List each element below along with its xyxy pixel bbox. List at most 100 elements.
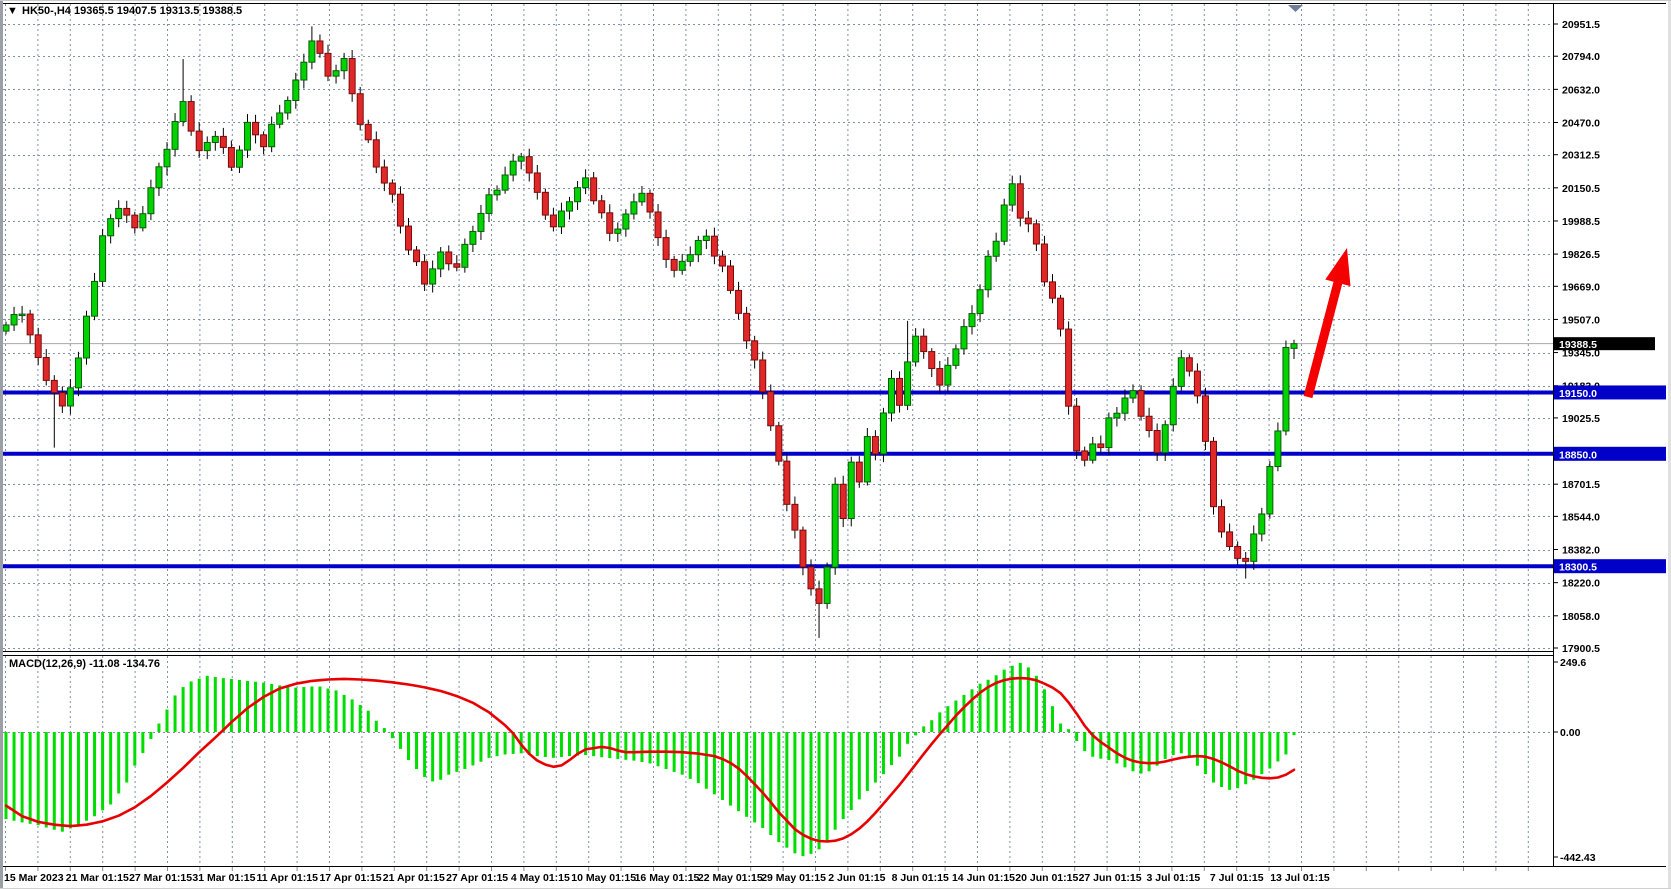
bear-candle — [542, 192, 548, 215]
bear-candle — [599, 201, 605, 213]
macd-histogram-bar — [729, 732, 732, 806]
macd-histogram-bar — [375, 721, 378, 732]
bear-candle — [454, 264, 460, 268]
macd-histogram-bar — [1019, 663, 1022, 732]
macd-histogram-bar — [1188, 732, 1191, 758]
price-tick-label: 20794.0 — [1562, 51, 1600, 63]
price-tick-label: 20312.5 — [1562, 150, 1600, 162]
bear-candle — [816, 589, 822, 604]
bull-candle — [1130, 391, 1136, 398]
macd-histogram-bar — [13, 732, 16, 821]
macd-histogram-bar — [318, 687, 321, 732]
bear-candle — [1138, 391, 1144, 417]
time-tick-label: 21 Mar 01:15 — [66, 872, 129, 884]
bull-candle — [204, 142, 210, 150]
bull-candle — [1291, 344, 1297, 349]
price-tick-label: 19507.0 — [1562, 314, 1600, 326]
macd-histogram-bar — [415, 732, 418, 769]
macd-histogram-bar — [689, 732, 692, 779]
price-tick-label: 18220.0 — [1562, 578, 1600, 590]
bull-candle — [615, 229, 621, 233]
macd-histogram-bar — [262, 683, 265, 732]
macd-histogram-bar — [785, 732, 788, 848]
symbol-dropdown-icon[interactable]: ▼ — [7, 5, 18, 17]
bull-candle — [341, 59, 347, 71]
macd-histogram-bar — [1180, 732, 1183, 753]
bull-candle — [913, 336, 919, 362]
bear-candle — [719, 256, 725, 266]
macd-histogram-bar — [1132, 732, 1135, 771]
macd-histogram-bar — [971, 689, 974, 732]
macd-histogram-bar — [109, 732, 112, 804]
macd-histogram-bar — [439, 732, 442, 780]
macd-histogram-bar — [1276, 732, 1279, 761]
bull-candle — [977, 290, 983, 314]
bull-candle — [679, 261, 685, 270]
macd-histogram-bar — [1099, 732, 1102, 759]
macd-histogram-bar — [367, 711, 370, 732]
macd-histogram-bar — [705, 732, 708, 789]
macd-histogram-bar — [769, 732, 772, 835]
macd-histogram-bar — [1204, 732, 1207, 774]
bull-candle — [100, 236, 106, 282]
bear-candle — [550, 215, 556, 227]
macd-histogram-bar — [1164, 732, 1167, 759]
bear-candle — [188, 102, 194, 132]
macd-histogram-bar — [21, 732, 24, 822]
bear-candle — [253, 122, 259, 134]
macd-histogram-bar — [1115, 732, 1118, 763]
macd-histogram-bar — [278, 685, 281, 732]
svg-text:19150.0: 19150.0 — [1559, 388, 1597, 400]
bear-candle — [1041, 244, 1047, 282]
bear-candle — [349, 59, 355, 94]
macd-scale-max: 249.6 — [1560, 657, 1586, 669]
bull-candle — [470, 231, 476, 244]
bear-candle — [534, 173, 540, 192]
macd-histogram-bar — [592, 732, 595, 756]
macd-histogram-bar — [866, 732, 869, 791]
bear-candle — [784, 461, 790, 504]
time-tick-label: 27 Jun 01:15 — [1079, 872, 1142, 884]
macd-histogram-bar — [166, 710, 169, 732]
bear-candle — [43, 358, 49, 381]
macd-histogram-bar — [1140, 732, 1143, 774]
bear-candle — [526, 157, 532, 173]
price-chart-panel[interactable] — [3, 4, 1553, 651]
bull-candle — [269, 124, 275, 146]
bull-candle — [880, 413, 886, 454]
macd-histogram-bar — [1228, 732, 1231, 790]
bear-candle — [1098, 444, 1104, 448]
bear-candle — [446, 252, 452, 264]
bear-candle — [872, 437, 878, 454]
macd-histogram-bar — [657, 732, 660, 766]
bear-candle — [792, 504, 798, 530]
price-tick-label: 18544.0 — [1562, 511, 1600, 523]
time-tick-label: 13 Jul 01:15 — [1270, 872, 1330, 884]
price-tick-label: 19826.5 — [1562, 249, 1600, 261]
bull-candle — [212, 136, 218, 142]
macd-histogram-bar — [399, 732, 402, 749]
time-tick-label: 11 Apr 01:15 — [256, 872, 318, 884]
bear-candle — [671, 259, 677, 270]
macd-histogram-bar — [37, 732, 40, 825]
bull-candle — [889, 378, 895, 413]
bull-candle — [148, 188, 154, 214]
bear-candle — [1025, 218, 1031, 224]
bear-candle — [1082, 451, 1088, 460]
macd-histogram-bar — [1172, 732, 1175, 755]
bear-candle — [1033, 224, 1039, 244]
bull-candle — [1090, 444, 1096, 460]
bull-candle — [824, 567, 830, 603]
bear-candle — [406, 226, 412, 250]
bull-candle — [518, 157, 524, 162]
macd-histogram-bar — [721, 732, 724, 800]
macd-histogram-bar — [383, 728, 386, 732]
macd-histogram-bar — [190, 681, 193, 732]
macd-histogram-bar — [45, 732, 48, 827]
bull-candle — [180, 102, 186, 122]
macd-histogram-bar — [1075, 732, 1078, 741]
bear-candle — [607, 213, 613, 234]
price-tick-label: 20951.5 — [1562, 19, 1600, 31]
bull-candle — [558, 211, 564, 227]
bear-candle — [655, 212, 661, 238]
